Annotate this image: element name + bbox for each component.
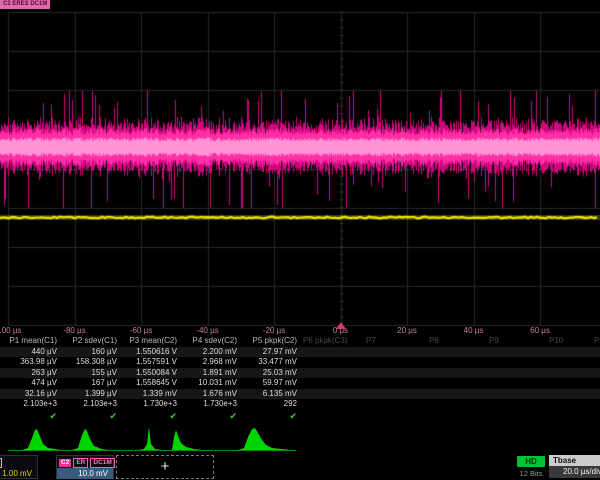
measurement-value: 1.558645 V bbox=[120, 378, 180, 389]
hd-mode-badge: HD bbox=[517, 456, 545, 467]
measurement-header[interactable]: P5 pkpk(C2) bbox=[240, 336, 300, 347]
measurement-value: 363.98 µV bbox=[0, 357, 60, 368]
c2-eres-badge: ER bbox=[73, 458, 88, 468]
c2-vdiv: 10.0 mV bbox=[57, 468, 113, 479]
histicon-histogram bbox=[22, 429, 60, 450]
tbase-title: Tbase bbox=[549, 455, 600, 466]
status-check-icon: ✔ bbox=[60, 410, 120, 422]
histicon-strip bbox=[0, 422, 300, 452]
measurement-value: 1.730e+3 bbox=[120, 399, 180, 410]
oscilloscope-screen: { "trace_label": "C2 ERES DC1M", "colors… bbox=[0, 0, 600, 480]
histicon-histogram bbox=[172, 430, 202, 450]
histicon-histogram bbox=[138, 427, 162, 450]
status-check-icon: ✔ bbox=[0, 410, 60, 422]
time-axis-label: 20 µs bbox=[397, 326, 417, 335]
c2-coupling-badge: DC1M bbox=[90, 458, 114, 468]
measurement-value: 263 µV bbox=[0, 368, 60, 379]
time-axis-label: 60 µs bbox=[530, 326, 550, 335]
trigger-position-marker[interactable] bbox=[336, 322, 346, 329]
measurement-value: 1.399 µV bbox=[60, 389, 120, 400]
measurement-value: 33.477 mV bbox=[240, 357, 300, 368]
measurement-value: 27.97 mV bbox=[240, 347, 300, 358]
measurement-value-row: 363.98 µV158.308 µV1.557591 V2.968 mV33.… bbox=[0, 357, 600, 368]
hd-bits-label: 12 Bits bbox=[514, 469, 548, 478]
measurement-value: 10.031 mV bbox=[180, 378, 240, 389]
measurement-value: 25.03 mV bbox=[240, 368, 300, 379]
time-axis-label: -80 µs bbox=[63, 326, 85, 335]
measurement-value: 2.200 mV bbox=[180, 347, 240, 358]
c1-coupling-badge: DC1M bbox=[0, 458, 2, 468]
time-axis-label: 40 µs bbox=[464, 326, 484, 335]
measurement-value: 1.730e+3 bbox=[180, 399, 240, 410]
measurement-header[interactable]: P2 sdev(C1) bbox=[60, 336, 120, 347]
measurement-value: 32.16 µV bbox=[0, 389, 60, 400]
measurement-status-row: ✔✔✔✔✔ bbox=[0, 410, 600, 422]
measurement-value: 1.676 mV bbox=[180, 389, 240, 400]
measurement-value: 2.103e+3 bbox=[60, 399, 120, 410]
measurement-header-disabled[interactable]: P1 bbox=[591, 336, 600, 347]
bottom-bar: C1 DC1M 1.00 mV C2 ER DC1M 10.0 mV + HD … bbox=[0, 454, 600, 480]
channel-c1-descriptor[interactable]: C1 DC1M 1.00 mV bbox=[0, 455, 38, 479]
measurement-value: 440 µV bbox=[0, 347, 60, 358]
measurement-value-row: 474 µV167 µV1.558645 V10.031 mV59.97 mV bbox=[0, 378, 600, 389]
measurement-value: 1.550616 V bbox=[120, 347, 180, 358]
status-check-icon: ✔ bbox=[180, 410, 240, 422]
measurement-table: P1 mean(C1)P2 sdev(C1)P3 mean(C2)P4 sdev… bbox=[0, 336, 600, 422]
measurement-value: 160 µV bbox=[60, 347, 120, 358]
measurement-header[interactable]: P4 sdev(C2) bbox=[180, 336, 240, 347]
measurement-value-row: 32.16 µV1.399 µV1.339 mV1.676 mV6.135 mV bbox=[0, 389, 600, 400]
measurement-value: 1.339 mV bbox=[120, 389, 180, 400]
measurement-header-disabled[interactable]: P6 pkpk(C3) bbox=[300, 336, 360, 347]
c2-badge: C2 bbox=[59, 459, 71, 467]
measurement-value: 1.550084 V bbox=[120, 368, 180, 379]
measurement-value: 2.968 mV bbox=[180, 357, 240, 368]
channel-c2-descriptor[interactable]: C2 ER DC1M 10.0 mV bbox=[56, 455, 114, 479]
measurement-value: 474 µV bbox=[0, 378, 60, 389]
measurement-value-row: 2.103e+32.103e+31.730e+31.730e+3292 bbox=[0, 399, 600, 410]
measurement-header-disabled[interactable]: P8 bbox=[426, 336, 486, 347]
tbase-value: 20.0 µs/div bbox=[549, 466, 600, 478]
time-axis-label: -20 µs bbox=[263, 326, 285, 335]
measurement-header-row: P1 mean(C1)P2 sdev(C1)P3 mean(C2)P4 sdev… bbox=[0, 336, 600, 347]
measurement-header[interactable]: P3 mean(C2) bbox=[120, 336, 180, 347]
trace-annotation-badge: C2 ERES DC1M bbox=[0, 0, 50, 9]
measurement-value: 59.97 mV bbox=[240, 378, 300, 389]
status-check-icon: ✔ bbox=[120, 410, 180, 422]
measurement-value: 292 bbox=[240, 399, 300, 410]
measurement-header-disabled[interactable]: P9 bbox=[486, 336, 546, 347]
time-axis-label: -100 µs bbox=[0, 326, 21, 335]
measurement-value: 1.557591 V bbox=[120, 357, 180, 368]
time-axis-label: -60 µs bbox=[130, 326, 152, 335]
histicon-histogram bbox=[72, 429, 108, 450]
histicon-histogram bbox=[238, 428, 290, 450]
measurement-value-row: 263 µV155 µV1.550084 V1.891 mV25.03 mV bbox=[0, 368, 600, 379]
measurement-value: 1.891 mV bbox=[180, 368, 240, 379]
status-check-icon: ✔ bbox=[240, 410, 300, 422]
add-trace-button[interactable]: + bbox=[116, 455, 214, 479]
measurement-value-row: 440 µV160 µV1.550616 V2.200 mV27.97 mV bbox=[0, 347, 600, 358]
time-axis-label: -40 µs bbox=[196, 326, 218, 335]
timebase-descriptor[interactable]: Tbase 20.0 µs/div bbox=[549, 455, 600, 479]
measurement-value: 6.135 mV bbox=[240, 389, 300, 400]
measurement-value: 2.103e+3 bbox=[0, 399, 60, 410]
measurement-header[interactable]: P1 mean(C1) bbox=[0, 336, 60, 347]
waveform-grid-canvas[interactable] bbox=[0, 0, 600, 336]
measurement-value: 167 µV bbox=[60, 378, 120, 389]
measurement-header-disabled[interactable]: P7 bbox=[363, 336, 423, 347]
c1-vdiv: 1.00 mV bbox=[0, 468, 37, 479]
measurement-value: 155 µV bbox=[60, 368, 120, 379]
measurement-value: 158.308 µV bbox=[60, 357, 120, 368]
